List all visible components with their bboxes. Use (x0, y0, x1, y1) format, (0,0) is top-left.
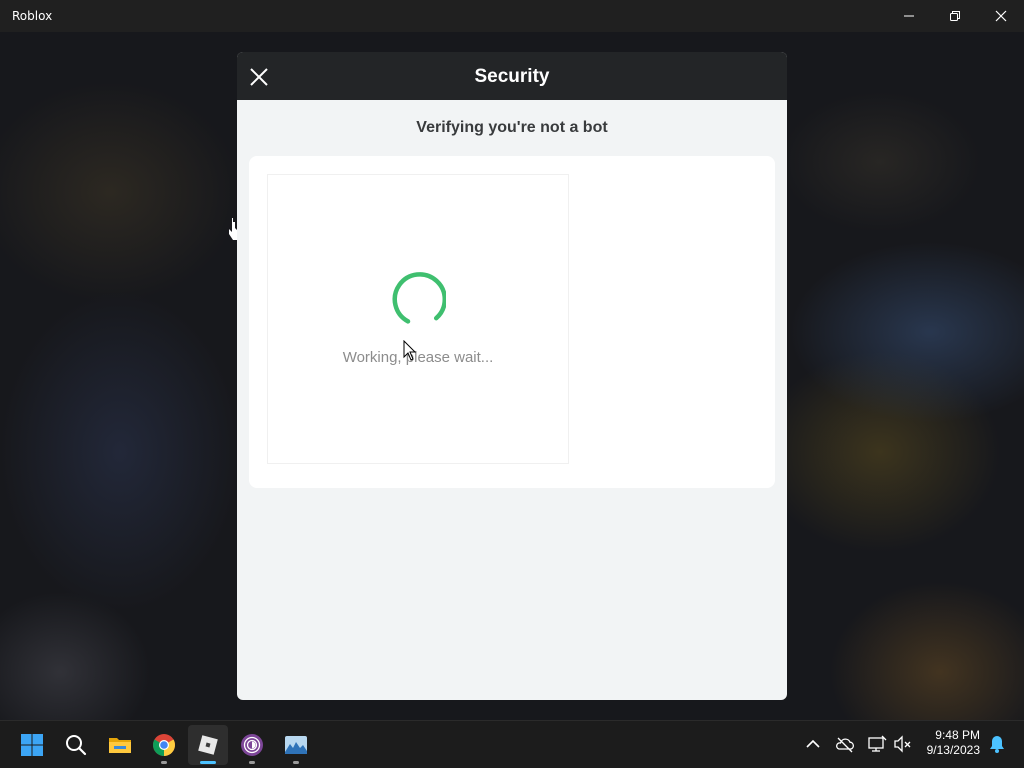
network-icon[interactable] (867, 734, 887, 754)
window-titlebar: Roblox (0, 0, 1024, 32)
dialog-header: Security (237, 52, 787, 100)
taskbar-photos[interactable] (276, 725, 316, 765)
active-indicator (200, 761, 216, 764)
security-dialog: Security Verifying you're not a bot Work… (237, 52, 787, 700)
notification-bell-icon[interactable] (987, 734, 1007, 754)
minimize-button[interactable] (886, 0, 932, 32)
loading-status-text: Working, please wait... (342, 349, 494, 366)
minimize-icon (904, 15, 914, 17)
running-indicator (293, 761, 299, 764)
running-indicator (249, 761, 255, 764)
taskbar-search-button[interactable] (56, 725, 96, 765)
taskbar-roblox[interactable] (188, 725, 228, 765)
taskbar-tor-browser[interactable] (232, 725, 272, 765)
close-window-button[interactable] (978, 0, 1024, 32)
loading-spinner-icon (392, 272, 446, 324)
folder-icon (109, 738, 131, 753)
roblox-icon (198, 735, 218, 755)
photos-icon (285, 736, 307, 754)
captcha-card: Working, please wait... (249, 156, 775, 488)
restore-button[interactable] (932, 0, 978, 32)
restore-icon (950, 11, 960, 21)
chevron-up-icon[interactable] (803, 734, 823, 754)
captcha-challenge-frame[interactable]: Working, please wait... (267, 174, 569, 464)
taskbar-clock[interactable]: 9:48 PM 9/13/2023 (918, 728, 980, 758)
taskbar-chrome[interactable] (144, 725, 184, 765)
clock-date: 9/13/2023 (926, 743, 980, 757)
running-indicator (161, 761, 167, 764)
mouse-pointer-icon (403, 340, 417, 361)
start-button[interactable] (12, 725, 52, 765)
onedrive-icon[interactable] (835, 734, 855, 754)
window-title: Roblox (12, 9, 53, 23)
windows-logo-icon (21, 734, 43, 756)
volume-muted-icon[interactable] (893, 734, 913, 754)
clock-time: 9:48 PM (935, 728, 980, 742)
dialog-title: Security (474, 66, 550, 87)
search-icon (66, 735, 87, 756)
taskbar-file-explorer[interactable] (100, 725, 140, 765)
hand-cursor-icon (229, 218, 237, 240)
tor-icon (241, 734, 263, 756)
chrome-icon (153, 734, 175, 756)
dialog-subtitle: Verifying you're not a bot (416, 119, 608, 136)
close-icon (995, 10, 1007, 22)
